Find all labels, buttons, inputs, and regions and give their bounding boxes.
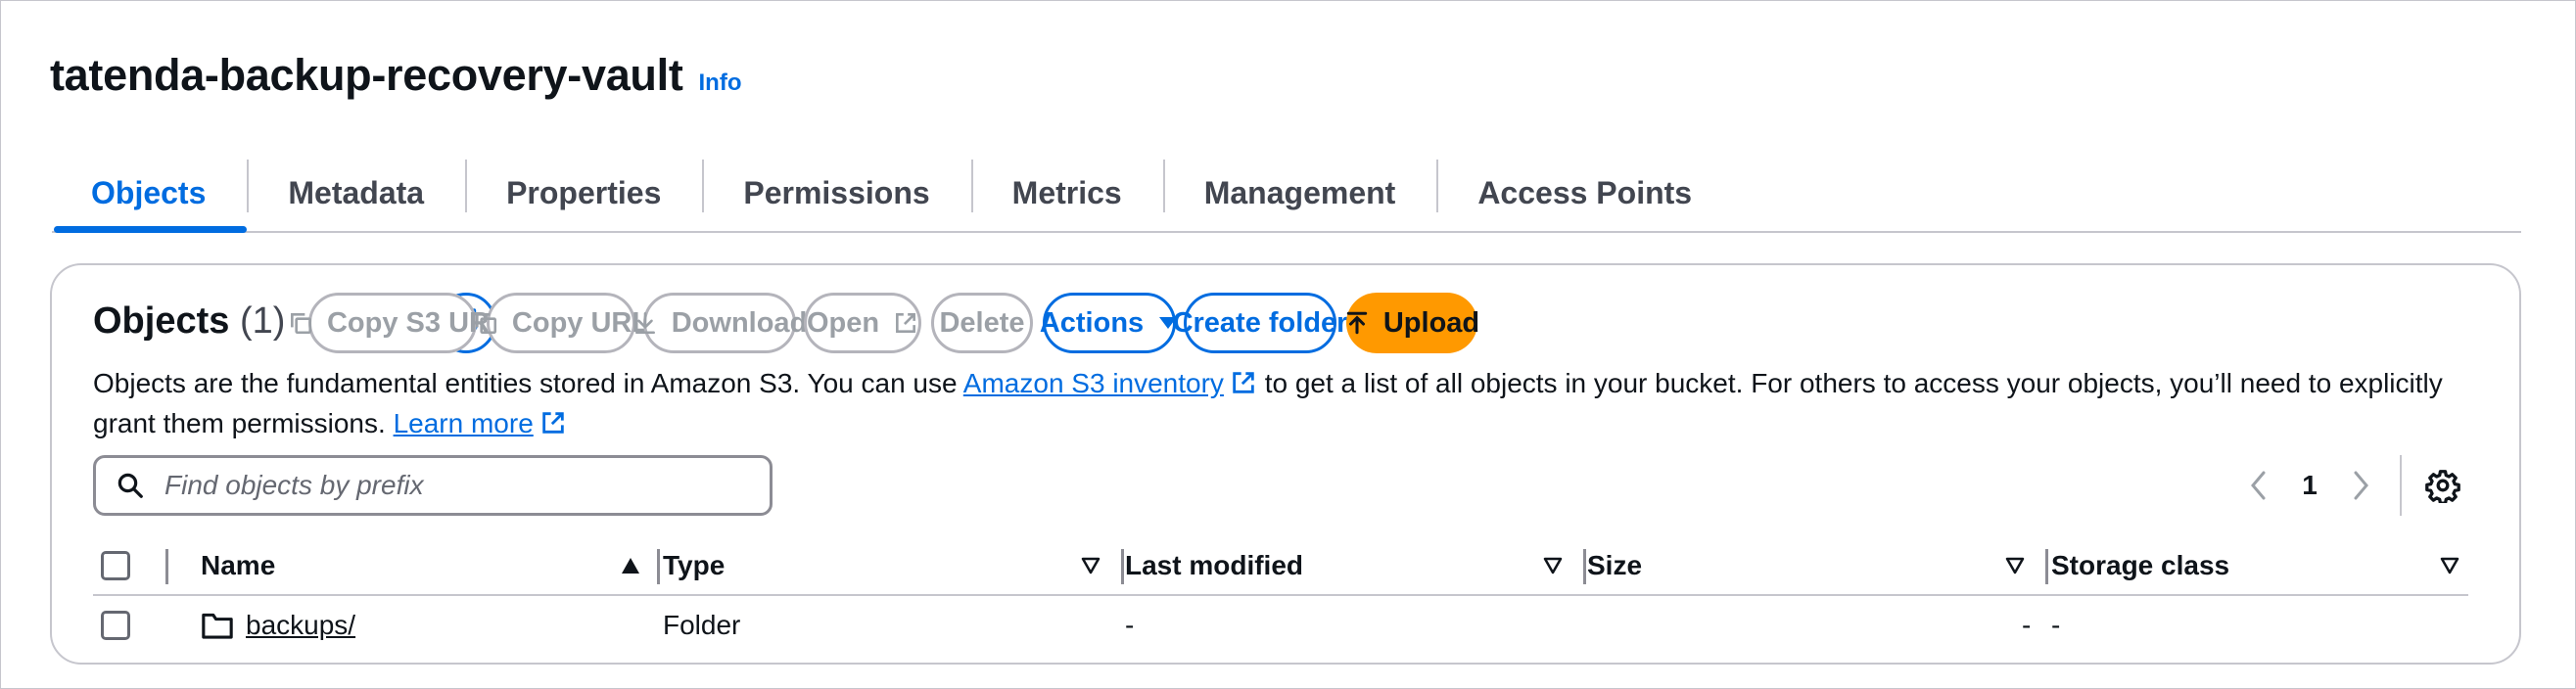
column-divider (657, 549, 660, 584)
current-page[interactable]: 1 (2278, 470, 2341, 501)
copy-icon (475, 313, 496, 335)
sort-icon[interactable] (2439, 556, 2460, 575)
external-link-icon (896, 313, 916, 333)
tab-access-points[interactable]: Access Points (1436, 158, 1733, 229)
upload-label: Upload (1382, 306, 1480, 339)
sort-icon[interactable] (1542, 556, 1564, 575)
objects-panel: Objects (1) Copy S3 URI Copy URL Downloa… (50, 263, 2521, 665)
column-name[interactable]: Name (201, 537, 275, 594)
open-button[interactable]: Open (804, 293, 921, 353)
column-last-modified[interactable]: Last modified (1125, 537, 1303, 594)
folder-icon (201, 594, 234, 657)
pagination: 1 (2239, 455, 2460, 516)
table-header: Name Type Last modified Size Storage cla… (93, 537, 2468, 596)
objects-description: Objects are the fundamental entities sto… (93, 363, 2462, 443)
download-icon (634, 311, 655, 335)
tab-objects[interactable]: Objects (52, 158, 248, 233)
column-storage-class[interactable]: Storage class (2051, 537, 2229, 594)
previous-page-button[interactable] (2239, 461, 2278, 510)
search-field[interactable] (93, 455, 773, 516)
object-storage-class: - (2051, 610, 2061, 640)
gear-icon (2425, 470, 2460, 503)
open-label: Open (806, 306, 880, 339)
column-size[interactable]: Size (1587, 537, 1642, 594)
delete-label: Delete (939, 306, 1025, 339)
tab-metadata[interactable]: Metadata (247, 158, 465, 229)
pagination-divider (2400, 455, 2402, 516)
copy-url-label: Copy URL (511, 306, 650, 339)
tab-properties[interactable]: Properties (465, 158, 702, 229)
info-link[interactable]: Info (699, 69, 742, 97)
chevron-left-icon (2251, 471, 2266, 500)
column-divider (1583, 549, 1586, 584)
column-divider (2045, 549, 2048, 584)
download-label: Download (671, 306, 808, 339)
delete-button[interactable]: Delete (931, 293, 1033, 353)
upload-icon (1346, 311, 1368, 335)
create-folder-label: Create folder (1172, 306, 1348, 339)
actions-dropdown[interactable]: Actions (1039, 293, 1178, 353)
object-name-link[interactable]: backups/ (246, 594, 355, 657)
upload-button[interactable]: Upload (1346, 293, 1480, 353)
object-last-modified: - (1125, 610, 1135, 640)
actions-label: Actions (1039, 306, 1145, 339)
download-button[interactable]: Download (634, 293, 807, 353)
copy-s3-uri-button[interactable]: Copy S3 URI (291, 293, 497, 353)
copy-s3-uri-label: Copy S3 URI (326, 306, 498, 339)
table-row: backups/ Folder - - - (93, 594, 2468, 657)
column-type[interactable]: Type (663, 537, 725, 594)
table-settings-button[interactable] (2425, 468, 2460, 503)
search-icon (117, 473, 143, 498)
bucket-title: tatenda-backup-recovery-vault (50, 50, 683, 100)
objects-count: (1) (239, 300, 286, 342)
copy-url-button[interactable]: Copy URL (475, 293, 649, 353)
objects-heading-label: Objects (93, 300, 230, 342)
sort-ascending-icon[interactable] (620, 556, 641, 575)
learn-more-link[interactable]: Learn more (394, 408, 534, 438)
object-type: Folder (663, 610, 741, 640)
external-link-icon (1233, 372, 1254, 393)
sort-icon[interactable] (1080, 556, 1101, 575)
create-folder-button[interactable]: Create folder (1173, 293, 1347, 353)
column-divider (1121, 549, 1124, 584)
external-link-icon (542, 412, 564, 434)
tab-metrics[interactable]: Metrics (970, 158, 1163, 229)
copy-icon (291, 313, 312, 335)
chevron-right-icon (2354, 471, 2368, 500)
select-all-checkbox[interactable] (101, 551, 130, 580)
row-checkbox[interactable] (101, 611, 130, 640)
description-text: Objects are the fundamental entities sto… (93, 368, 963, 398)
page-header: tatenda-backup-recovery-vault Info (50, 50, 742, 101)
object-size: - (2022, 610, 2032, 640)
s3-inventory-link[interactable]: Amazon S3 inventory (963, 368, 1224, 398)
bucket-tabs: Objects Metadata Properties Permissions … (52, 158, 2521, 233)
objects-heading: Objects (1) (93, 300, 285, 343)
tab-management[interactable]: Management (1162, 158, 1437, 229)
sort-icon[interactable] (2004, 556, 2026, 575)
tab-permissions[interactable]: Permissions (702, 158, 970, 229)
column-divider (165, 549, 168, 584)
next-page-button[interactable] (2341, 461, 2380, 510)
search-input[interactable] (163, 469, 715, 502)
